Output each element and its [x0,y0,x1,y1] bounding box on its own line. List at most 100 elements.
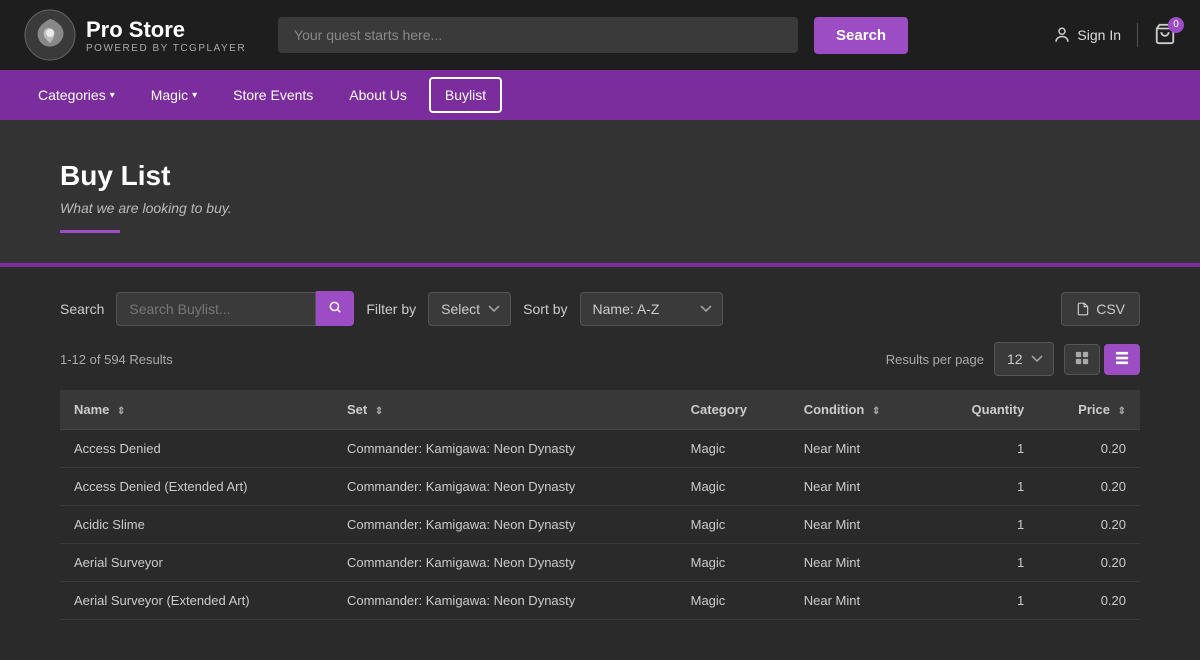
col-condition[interactable]: Condition ⇕ [790,390,930,430]
buylist-search-wrap [116,291,354,326]
results-bar: 1-12 of 594 Results Results per page 12 … [60,342,1140,376]
nav-item-store-events[interactable]: Store Events [219,79,327,111]
cell-category: Magic [677,544,790,582]
per-page-label: Results per page [886,352,984,367]
cell-condition: Near Mint [790,430,930,468]
col-quantity: Quantity [930,390,1038,430]
cell-name: Acidic Slime [60,506,333,544]
cell-name: Aerial Surveyor [60,544,333,582]
main-content: Search Filter by Select Sort by Name: A-… [0,267,1200,644]
cell-quantity: 1 [930,506,1038,544]
search-label: Search [60,301,104,317]
cell-price: 0.20 [1038,544,1140,582]
nav-item-magic[interactable]: Magic ▾ [137,79,211,111]
cell-price: 0.20 [1038,506,1140,544]
table-row: Access Denied (Extended Art) Commander: … [60,468,1140,506]
per-page-select[interactable]: 12 24 48 96 [994,342,1054,376]
nav-bar: Categories ▾ Magic ▾ Store Events About … [0,70,1200,120]
logo-text: Pro Store POWERED BY TCGPLAYER [86,17,246,54]
logo-title: Pro Store [86,17,246,43]
results-count: 1-12 of 594 Results [60,352,173,367]
results-right: Results per page 12 24 48 96 [886,342,1140,376]
cell-quantity: 1 [930,468,1038,506]
cell-category: Magic [677,582,790,620]
cell-set: Commander: Kamigawa: Neon Dynasty [333,468,677,506]
toolbar: Search Filter by Select Sort by Name: A-… [60,291,1140,326]
sort-icon-condition: ⇕ [872,406,880,417]
search-icon [328,300,342,314]
header-divider [1137,23,1138,47]
cell-condition: Near Mint [790,544,930,582]
cell-price: 0.20 [1038,430,1140,468]
sort-label: Sort by [523,301,567,317]
header-search-button[interactable]: Search [814,17,908,54]
cell-quantity: 1 [930,544,1038,582]
nav-item-categories[interactable]: Categories ▾ [24,79,129,111]
sign-in-label: Sign In [1077,27,1121,43]
sign-in-button[interactable]: Sign In [1053,26,1121,44]
buylist-search-button[interactable] [316,291,354,326]
logo[interactable]: Pro Store POWERED BY TCGPLAYER [24,9,246,61]
cell-quantity: 1 [930,582,1038,620]
table-header: Name ⇕ Set ⇕ Category Condition ⇕ Quanti… [60,390,1140,430]
cell-price: 0.20 [1038,582,1140,620]
cell-set: Commander: Kamigawa: Neon Dynasty [333,506,677,544]
cell-condition: Near Mint [790,506,930,544]
cart-badge: 0 [1168,17,1184,33]
grid-icon [1075,351,1089,365]
table-row: Acidic Slime Commander: Kamigawa: Neon D… [60,506,1140,544]
header: Pro Store POWERED BY TCGPLAYER Search Si… [0,0,1200,70]
grid-view-button[interactable] [1064,344,1100,375]
cell-name: Access Denied [60,430,333,468]
table-row: Aerial Surveyor (Extended Art) Commander… [60,582,1140,620]
logo-subtitle: POWERED BY TCGPLAYER [86,43,246,54]
cell-name: Access Denied (Extended Art) [60,468,333,506]
chevron-down-icon: ▾ [192,90,197,101]
hero-underline [60,230,120,233]
cell-price: 0.20 [1038,468,1140,506]
list-view-button[interactable] [1104,344,1140,375]
csv-button[interactable]: CSV [1061,292,1140,326]
cell-condition: Near Mint [790,582,930,620]
page-title: Buy List [60,160,1140,192]
col-category: Category [677,390,790,430]
file-icon [1076,302,1090,316]
col-name[interactable]: Name ⇕ [60,390,333,430]
toolbar-right: CSV [1061,292,1140,326]
buylist-table: Name ⇕ Set ⇕ Category Condition ⇕ Quanti… [60,390,1140,620]
cell-set: Commander: Kamigawa: Neon Dynasty [333,430,677,468]
nav-item-buylist[interactable]: Buylist [429,77,502,113]
cell-quantity: 1 [930,430,1038,468]
cell-set: Commander: Kamigawa: Neon Dynasty [333,582,677,620]
sort-select[interactable]: Name: A-Z Name: Z-A Price: Low-High Pric… [580,292,723,326]
table-body: Access Denied Commander: Kamigawa: Neon … [60,430,1140,620]
list-icon [1115,351,1129,365]
chevron-down-icon: ▾ [110,90,115,101]
cell-set: Commander: Kamigawa: Neon Dynasty [333,544,677,582]
user-icon [1053,26,1071,44]
view-toggles [1064,344,1140,375]
logo-icon [24,9,76,61]
cell-category: Magic [677,468,790,506]
header-right: Sign In 0 [1053,23,1176,48]
filter-select[interactable]: Select [428,292,511,326]
filter-label: Filter by [366,301,416,317]
header-search-input[interactable] [278,17,798,53]
cell-category: Magic [677,506,790,544]
header-search-container [278,17,798,53]
buylist-search-input[interactable] [116,292,316,326]
col-price[interactable]: Price ⇕ [1038,390,1140,430]
nav-item-about-us[interactable]: About Us [335,79,421,111]
cell-name: Aerial Surveyor (Extended Art) [60,582,333,620]
cell-condition: Near Mint [790,468,930,506]
cell-category: Magic [677,430,790,468]
col-set[interactable]: Set ⇕ [333,390,677,430]
hero-section: Buy List What we are looking to buy. [0,120,1200,267]
sort-icon-set: ⇕ [375,406,383,417]
csv-label: CSV [1096,301,1125,317]
cart-button[interactable]: 0 [1154,23,1176,48]
sort-icon-price: ⇕ [1118,406,1126,417]
hero-subtitle: What we are looking to buy. [60,200,1140,216]
sort-icon-name: ⇕ [117,406,125,417]
table-row: Aerial Surveyor Commander: Kamigawa: Neo… [60,544,1140,582]
